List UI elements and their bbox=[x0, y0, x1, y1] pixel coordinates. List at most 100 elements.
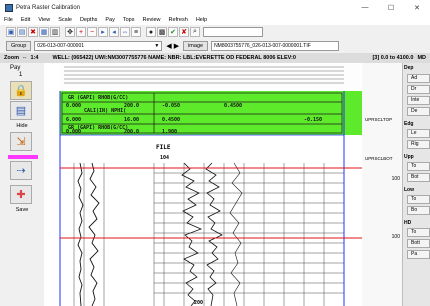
header-gr-max: 200.0 bbox=[124, 103, 139, 109]
header-cali-max: 16.00 bbox=[124, 117, 139, 123]
search-icon[interactable]: ⌕ bbox=[190, 27, 200, 37]
save-pay-button[interactable]: ✚ bbox=[10, 185, 32, 204]
header-rhob-max: 0.4500 bbox=[224, 103, 242, 109]
image-select[interactable]: NM8003755776_026-013-007-0000001.TIF bbox=[211, 41, 340, 51]
side-lower-top-button[interactable]: To bbox=[407, 195, 430, 204]
side-de-button[interactable]: De bbox=[407, 107, 430, 116]
raster-log-view[interactable]: GR (GAPI) RHOB(G/CC) 0.000 200.0 -0.050 … bbox=[44, 63, 362, 306]
side-hd-bot-button[interactable]: Bott bbox=[407, 239, 430, 248]
app-window: Petra Raster Calibration — ☐ ✕ File Edit… bbox=[0, 0, 430, 306]
list-icon[interactable]: ≡ bbox=[131, 27, 141, 37]
title-bar: Petra Raster Calibration — ☐ ✕ bbox=[0, 0, 430, 15]
top-marker-uprscltop[interactable]: UPRSCLTOP bbox=[365, 117, 392, 122]
zoom-in-icon[interactable]: + bbox=[76, 27, 86, 37]
zoom-out-icon[interactable]: − bbox=[87, 27, 97, 37]
menu-view[interactable]: View bbox=[34, 17, 54, 23]
header-cali-min: 6.000 bbox=[66, 117, 81, 123]
disk-icon: ✚ bbox=[16, 189, 26, 201]
depth-type: MD bbox=[417, 55, 426, 61]
group-select[interactable]: 026-013-007-000001 ▼ bbox=[34, 41, 163, 51]
insert-icon: ⇲ bbox=[16, 136, 26, 148]
prev-arrow-icon[interactable]: ◀ bbox=[166, 42, 171, 50]
insert-pay-button[interactable]: ⇲ bbox=[10, 132, 32, 151]
arrow-left-icon[interactable]: ◂ bbox=[109, 27, 119, 37]
menu-refresh[interactable]: Refresh bbox=[165, 17, 192, 23]
delete-icon[interactable]: ✖ bbox=[28, 27, 38, 37]
pay-title: Pay bbox=[10, 65, 21, 71]
fit-icon[interactable]: ⇔ bbox=[120, 27, 130, 37]
bottom-depth-label: 200 bbox=[194, 300, 203, 306]
header-gr-label: GR (GAPI) RHOB(G/CC) bbox=[68, 95, 128, 101]
move-icon[interactable]: ✥ bbox=[65, 27, 75, 37]
menu-pay[interactable]: Pay bbox=[101, 17, 118, 23]
group-button[interactable]: Group bbox=[6, 41, 32, 51]
tops-column: UPRSCLTOP UPRSCLBOT 100 100 bbox=[362, 63, 402, 306]
grid-icon[interactable]: ▩ bbox=[157, 27, 167, 37]
side-dep-header: Dep bbox=[404, 65, 414, 71]
side-edge-header: Edg bbox=[404, 121, 414, 127]
lock-button[interactable]: 🔒 bbox=[10, 81, 32, 100]
side-lower-bot-button[interactable]: Bo bbox=[407, 206, 430, 215]
side-upper-bot-button[interactable]: Bot bbox=[407, 173, 430, 182]
zoom-label: Zoom bbox=[4, 55, 19, 61]
header-gr2-max: 200.0 bbox=[124, 129, 139, 135]
group-value: 026-013-007-000001 bbox=[37, 43, 85, 49]
image-button[interactable]: image bbox=[183, 41, 209, 51]
pay-color-swatch bbox=[8, 155, 38, 159]
well-info: WELL: (065422) UWI:NM3007755776 NAME: NB… bbox=[52, 55, 296, 61]
zoom-arrow-icon[interactable]: ⇔ bbox=[22, 55, 28, 61]
clear-icon[interactable]: ✘ bbox=[179, 27, 189, 37]
menu-depths[interactable]: Depths bbox=[76, 17, 101, 23]
side-pa-button[interactable]: Pa bbox=[407, 250, 430, 259]
layers-button[interactable]: ▤ bbox=[10, 101, 32, 120]
window-title: Petra Raster Calibration bbox=[16, 4, 81, 11]
arrow-right-icon[interactable]: ▸ bbox=[98, 27, 108, 37]
header-cali-label: CALI(IN) NPHI( bbox=[84, 108, 126, 114]
chevron-down-icon: ▼ bbox=[154, 43, 160, 49]
edit-pay-button[interactable]: ⇢ bbox=[10, 161, 32, 180]
check-icon[interactable]: ✔ bbox=[168, 27, 178, 37]
toolbar-combo[interactable] bbox=[203, 27, 263, 37]
file-label: FILE bbox=[156, 144, 171, 151]
header-nphi-max: -0.150 bbox=[304, 117, 322, 123]
header-nphi-min: 0.4500 bbox=[162, 117, 180, 123]
side-left-button[interactable]: Le bbox=[407, 129, 430, 138]
zoom-value: 1:4 bbox=[30, 55, 39, 61]
record-icon[interactable]: ● bbox=[146, 27, 156, 37]
depth-range: [3] 0.0 to 4100.0 bbox=[372, 55, 414, 61]
depth-side-panel: Dep Ad Dr Inte De Edg Le Rig Upp To Bot … bbox=[402, 63, 430, 306]
hide-label: Hide bbox=[16, 123, 28, 129]
image-icon[interactable]: ▦ bbox=[39, 27, 49, 37]
menu-help[interactable]: Help bbox=[192, 17, 211, 23]
window-controls: — ☐ ✕ bbox=[352, 0, 430, 15]
side-dr-button[interactable]: Dr bbox=[407, 85, 430, 94]
side-add-button[interactable]: Ad bbox=[407, 74, 430, 83]
side-upper-top-button[interactable]: To bbox=[407, 162, 430, 171]
header-gr2-min: 0.000 bbox=[66, 129, 81, 135]
side-hd-header: HD bbox=[404, 220, 412, 226]
save-icon[interactable]: ▤ bbox=[17, 27, 27, 37]
header-rhob2-min: 1.900 bbox=[162, 129, 177, 135]
nav-arrows: ◀ ▶ bbox=[166, 42, 179, 50]
open-icon[interactable]: ▣ bbox=[6, 27, 16, 37]
menu-edit[interactable]: Edit bbox=[17, 17, 34, 23]
raster-log-image: GR (GAPI) RHOB(G/CC) 0.000 200.0 -0.050 … bbox=[59, 64, 362, 306]
side-hd-top-button[interactable]: To bbox=[407, 228, 430, 237]
top-marker-uprsclbot[interactable]: UPRSCLBOT bbox=[365, 156, 393, 161]
minimize-button[interactable]: — bbox=[352, 0, 378, 15]
menu-file[interactable]: File bbox=[0, 17, 17, 23]
edit-icon: ⇢ bbox=[16, 165, 26, 177]
side-lower-header: Low bbox=[404, 187, 414, 193]
print-icon[interactable]: ▥ bbox=[50, 27, 60, 37]
layers-icon: ▤ bbox=[15, 105, 27, 117]
side-inte-button[interactable]: Inte bbox=[407, 96, 430, 105]
close-button[interactable]: ✕ bbox=[404, 0, 430, 15]
next-arrow-icon[interactable]: ▶ bbox=[174, 42, 179, 50]
menu-review[interactable]: Review bbox=[139, 17, 165, 23]
side-right-button[interactable]: Rig bbox=[407, 140, 430, 149]
maximize-button[interactable]: ☐ bbox=[378, 0, 404, 15]
menu-scale[interactable]: Scale bbox=[54, 17, 76, 23]
menu-tops[interactable]: Tops bbox=[119, 17, 139, 23]
toolbar: ▣ ▤ ✖ ▦ ▥ ✥ + − ▸ ◂ ⇔ ≡ ● ▩ ✔ ✘ ⌕ bbox=[0, 25, 430, 39]
image-value: NM8003755776_026-013-007-0000001.TIF bbox=[214, 43, 311, 49]
